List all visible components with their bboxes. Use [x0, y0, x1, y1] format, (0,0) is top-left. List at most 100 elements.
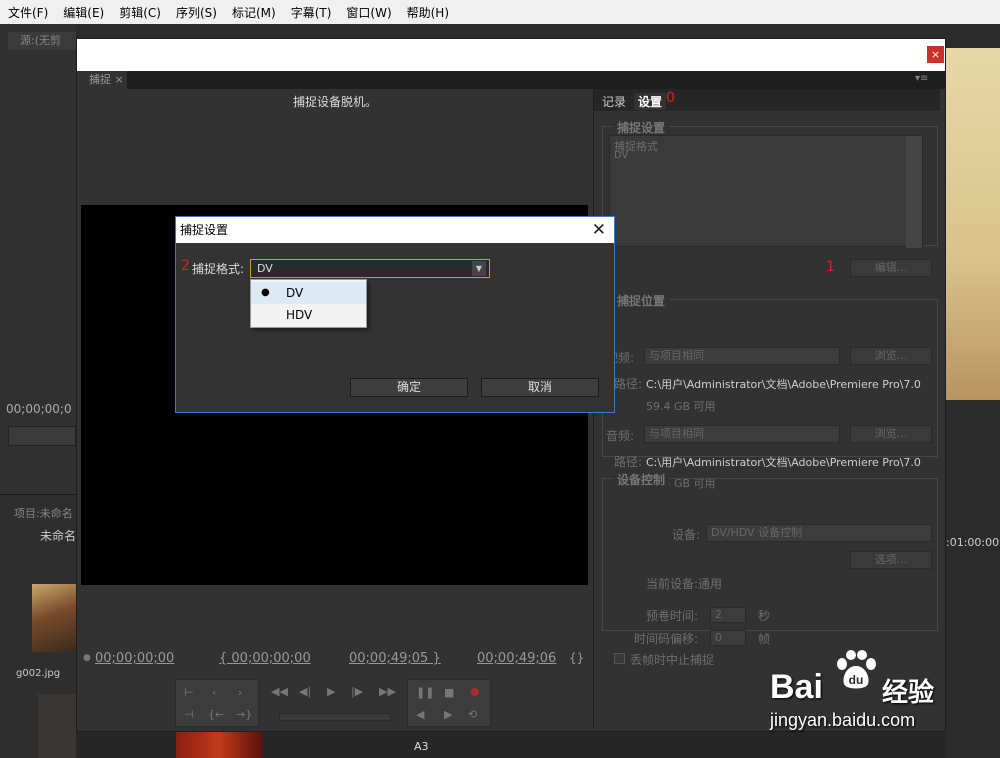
scene-detect-icon[interactable]: ⟲	[468, 708, 477, 721]
preroll-unit: 秒	[758, 609, 771, 623]
panel-menu-icon[interactable]: ▾≡	[915, 73, 928, 84]
menu-sequence[interactable]: 序列(S)	[176, 4, 217, 21]
record-icon[interactable]: ●	[470, 685, 480, 698]
annotation-0: 0	[666, 90, 675, 106]
transport-controls: ⊢ ‹ › ⊣ {← →} ◀◀ ◀| ▶ |▶ ▶▶ ❚❚ ■ ● ◀ ▶ ⟲	[175, 679, 491, 729]
dialog-close-button[interactable]: ✕	[592, 217, 606, 243]
dialog-title: 捕捉设置	[180, 223, 229, 237]
capture-format-label: 捕捉格式:	[192, 262, 245, 276]
menu-window[interactable]: 窗口(W)	[346, 4, 391, 21]
menu-title[interactable]: 字幕(T)	[291, 4, 332, 21]
capture-format-select[interactable]: DV ▼	[250, 259, 490, 278]
annotation-2: 2	[181, 258, 190, 274]
baidu-paw-icon: du	[837, 650, 876, 689]
options-button[interactable]: 选项...	[850, 551, 932, 569]
chevron-down-icon[interactable]: ▼	[472, 261, 486, 276]
dialog-titlebar: 捕捉设置 ✕	[176, 217, 614, 243]
step-forward-icon[interactable]: |▶	[351, 685, 363, 698]
watermark-url: jingyan.baidu.com	[770, 710, 916, 730]
fast-forward-icon[interactable]: ▶▶	[379, 685, 396, 698]
audio-path: C:\用户\Administrator\文档\Adobe\Premiere Pr…	[646, 456, 921, 469]
watermark-jingyan: 经验	[882, 678, 935, 708]
cancel-button[interactable]: 取消	[481, 378, 599, 397]
in-point-timecode[interactable]: { 00;00;00;00	[219, 651, 311, 666]
capture-tabbar: 捕捉 × ▾≡	[77, 71, 945, 89]
clip-thumbnail-label: g002.jpg	[16, 668, 61, 679]
video-location-select[interactable]: 与项目相同	[644, 347, 840, 365]
current-timecode[interactable]: 00;00;00;00	[95, 651, 174, 666]
tab-settings[interactable]: 设置	[634, 93, 667, 110]
prev-marker-icon[interactable]: ‹	[212, 686, 216, 699]
format-option-dv-label: DV	[286, 286, 304, 300]
timecode-offset-input[interactable]: 0	[710, 630, 746, 646]
track-label-a3[interactable]: A3	[414, 740, 429, 753]
audio-location-select[interactable]: 与项目相同	[644, 425, 840, 443]
capture-format-selected: DV	[257, 262, 273, 275]
timeline-timecode: :01:00:00	[946, 536, 1000, 549]
capture-format-box: 捕捉格式 DV	[609, 135, 923, 248]
audio-path-label: 路径:	[614, 455, 643, 469]
menu-file[interactable]: 文件(F)	[8, 4, 48, 21]
capture-settings-dialog: 捕捉设置 ✕ 2 捕捉格式: DV ▼ ● DV HDV 确定 取消	[175, 216, 615, 413]
slow-reverse-icon[interactable]: ◀	[416, 708, 424, 721]
go-to-out-icon[interactable]: →}	[236, 708, 252, 721]
watermark-bai: Bai	[770, 668, 823, 706]
selected-bullet-icon: ●	[261, 287, 270, 298]
tab-record[interactable]: 记录	[602, 93, 626, 110]
video-path: C:\用户\Administrator\文档\Adobe\Premiere Pr…	[646, 378, 921, 391]
device-select[interactable]: DV/HDV 设备控制	[706, 524, 932, 542]
set-in-icon[interactable]: ⊢	[184, 686, 194, 699]
current-device: 当前设备:通用	[646, 577, 723, 591]
format-box-scrollbar[interactable]	[906, 136, 922, 248]
timecode-offset-label: 时间码偏移:	[634, 632, 699, 646]
format-option-dv[interactable]: ● DV	[251, 282, 366, 304]
source-timecode: 00;00;00;0	[6, 402, 72, 416]
tab-capture[interactable]: 捕捉 ×	[77, 71, 127, 89]
browse-video-button[interactable]: 浏览...	[850, 347, 932, 365]
step-back-icon[interactable]: ◀|	[299, 685, 311, 698]
record-dot-icon: ●	[83, 653, 91, 663]
menu-help[interactable]: 帮助(H)	[407, 4, 449, 21]
play-icon[interactable]: ▶	[327, 685, 335, 698]
annotation-1: 1	[826, 259, 835, 275]
edit-button[interactable]: 编辑...	[850, 259, 932, 277]
device-offline-message: 捕捉设备脱机。	[293, 95, 378, 109]
project-tab[interactable]: 项目:未命名	[14, 505, 73, 521]
menu-clip[interactable]: 剪辑(C)	[119, 4, 161, 21]
capture-settings-title: 捕捉设置	[613, 119, 670, 136]
settings-panel: 记录 设置 0 捕捉设置 捕捉格式 DV 1 编辑... 捕捉位置 视频: 与项…	[593, 89, 940, 729]
source-scrub-bar[interactable]	[8, 426, 76, 446]
clip-thumbnail-3[interactable]	[176, 732, 262, 758]
go-to-in-icon[interactable]: {←	[208, 708, 224, 721]
format-option-hdv[interactable]: HDV	[251, 304, 366, 326]
project-name: 未命名	[40, 529, 77, 543]
clip-thumbnail-2[interactable]	[38, 694, 76, 758]
capture-settings-group: 捕捉设置 捕捉格式 DV	[602, 119, 938, 248]
out-point-timecode[interactable]: 00;00;49;05 }	[349, 651, 441, 666]
capture-titlebar: ×	[77, 39, 945, 71]
menu-marker[interactable]: 标记(M)	[232, 4, 276, 21]
device-label: 设备:	[672, 528, 701, 542]
abort-on-dropped-frames-checkbox[interactable]	[614, 653, 625, 664]
next-marker-icon[interactable]: ›	[238, 686, 242, 699]
jog-shuttle[interactable]	[279, 713, 391, 721]
duration-timecode: 00;00;49;06	[477, 651, 557, 666]
pause-icon[interactable]: ❚❚	[416, 686, 434, 699]
format-option-hdv-label: HDV	[286, 308, 313, 322]
rewind-icon[interactable]: ◀◀	[271, 685, 288, 698]
source-tab[interactable]: 源:(无剪	[8, 32, 76, 50]
in-out-icon[interactable]: {}	[569, 651, 584, 665]
audio-label: 音频:	[606, 429, 635, 443]
capture-format-value: DV	[614, 150, 629, 161]
menu-edit[interactable]: 编辑(E)	[63, 4, 104, 21]
record-controls: ❚❚ ■ ● ◀ ▶ ⟲	[407, 679, 491, 727]
capture-close-button[interactable]: ×	[927, 46, 944, 63]
set-out-icon[interactable]: ⊣	[184, 708, 194, 721]
stop-icon[interactable]: ■	[444, 686, 454, 699]
slow-play-icon[interactable]: ▶	[444, 708, 452, 721]
clip-thumbnail[interactable]	[32, 584, 76, 652]
video-free-space: 59.4 GB 可用	[646, 400, 716, 413]
browse-audio-button[interactable]: 浏览...	[850, 425, 932, 443]
preroll-input[interactable]: 2	[710, 607, 746, 623]
ok-button[interactable]: 确定	[350, 378, 468, 397]
